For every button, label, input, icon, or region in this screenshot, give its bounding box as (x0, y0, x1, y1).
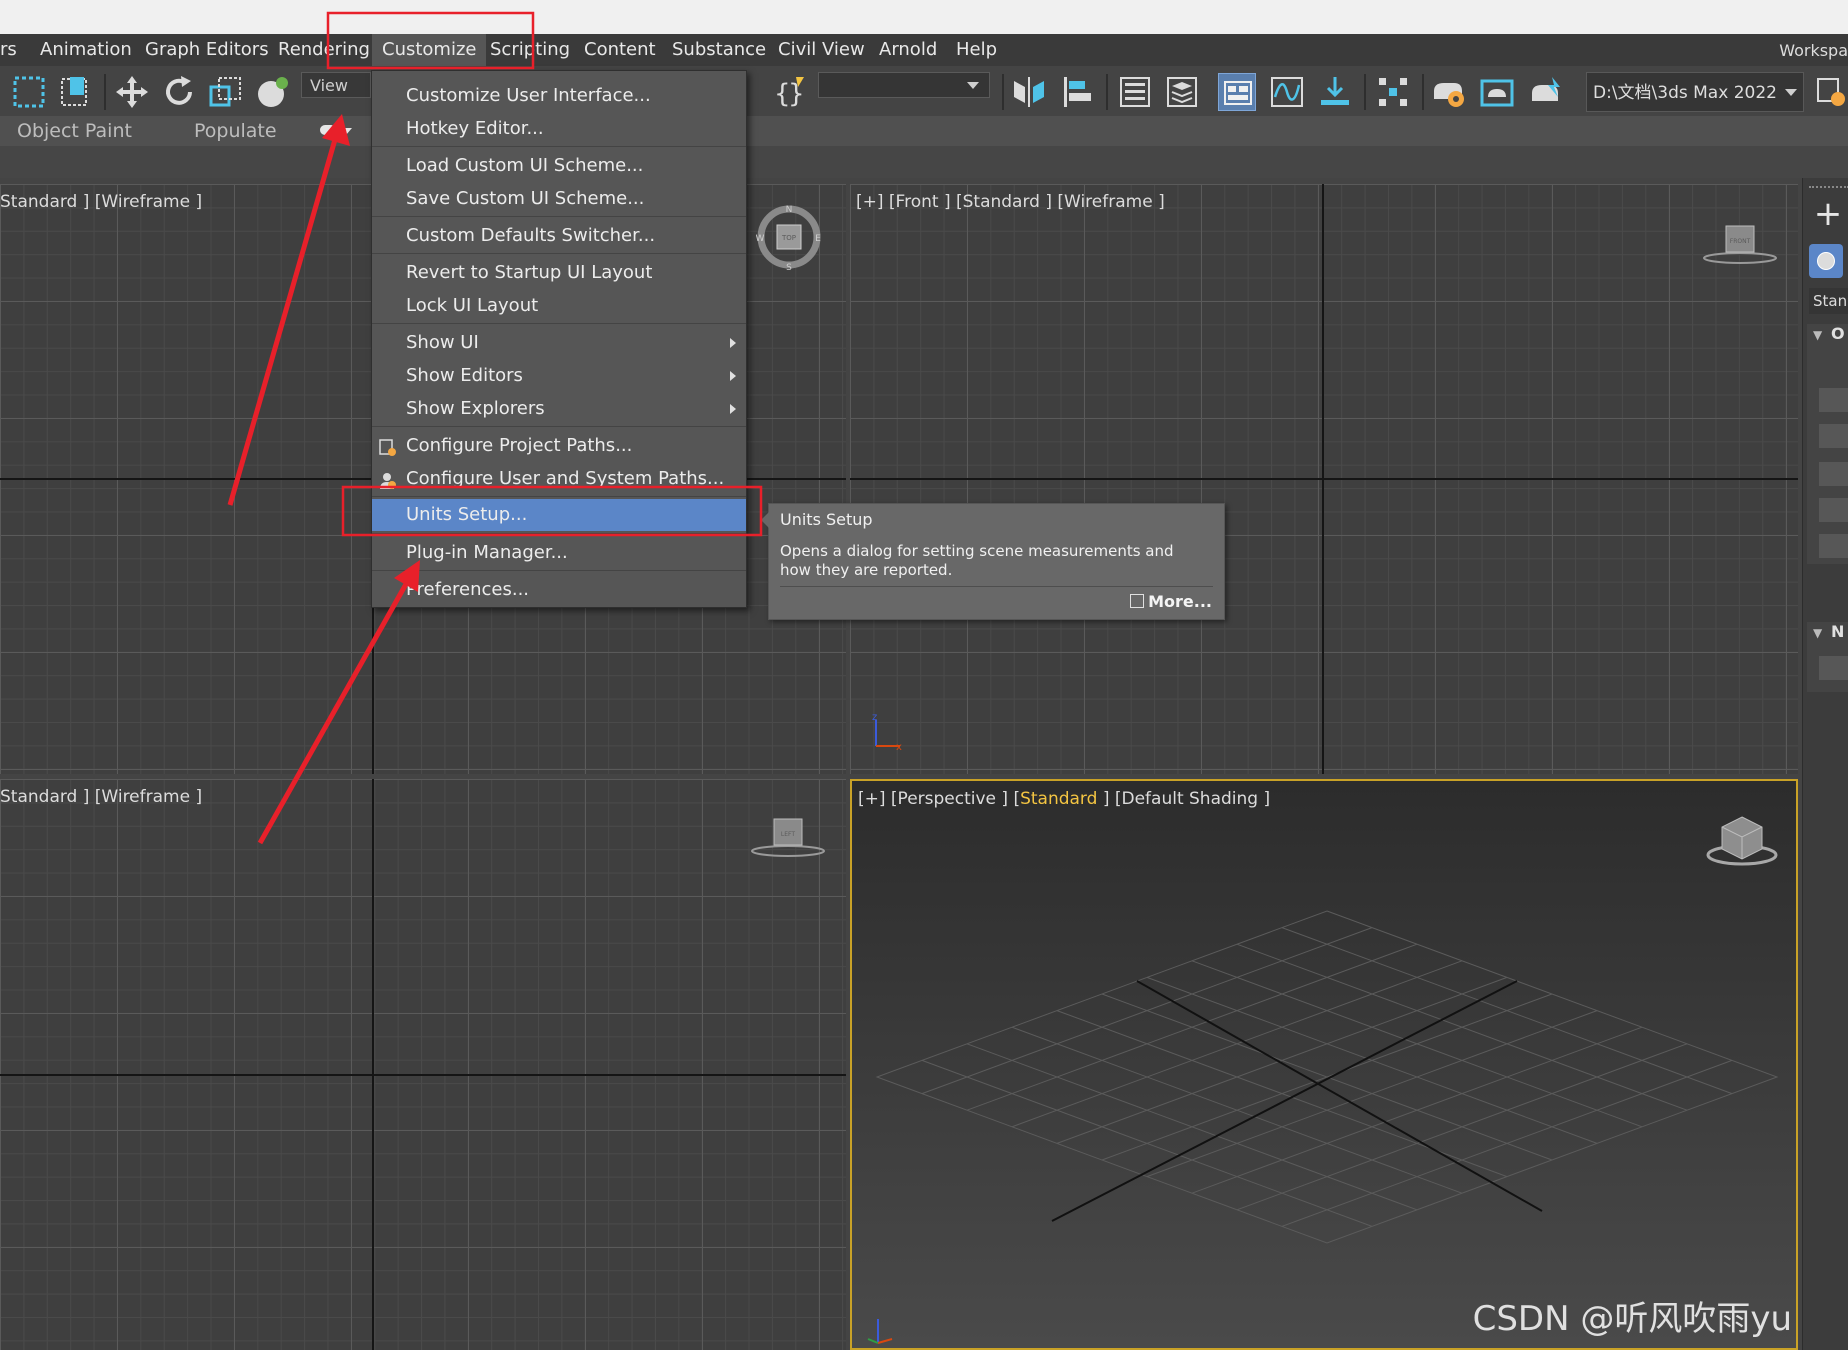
annotation-overlay (227, 11, 763, 845)
annotation-box-units-setup (341, 485, 763, 537)
annotation-box-customize (326, 11, 535, 70)
annotation-arrow-down-right (257, 560, 420, 845)
annotation-arrow-up (227, 114, 350, 506)
